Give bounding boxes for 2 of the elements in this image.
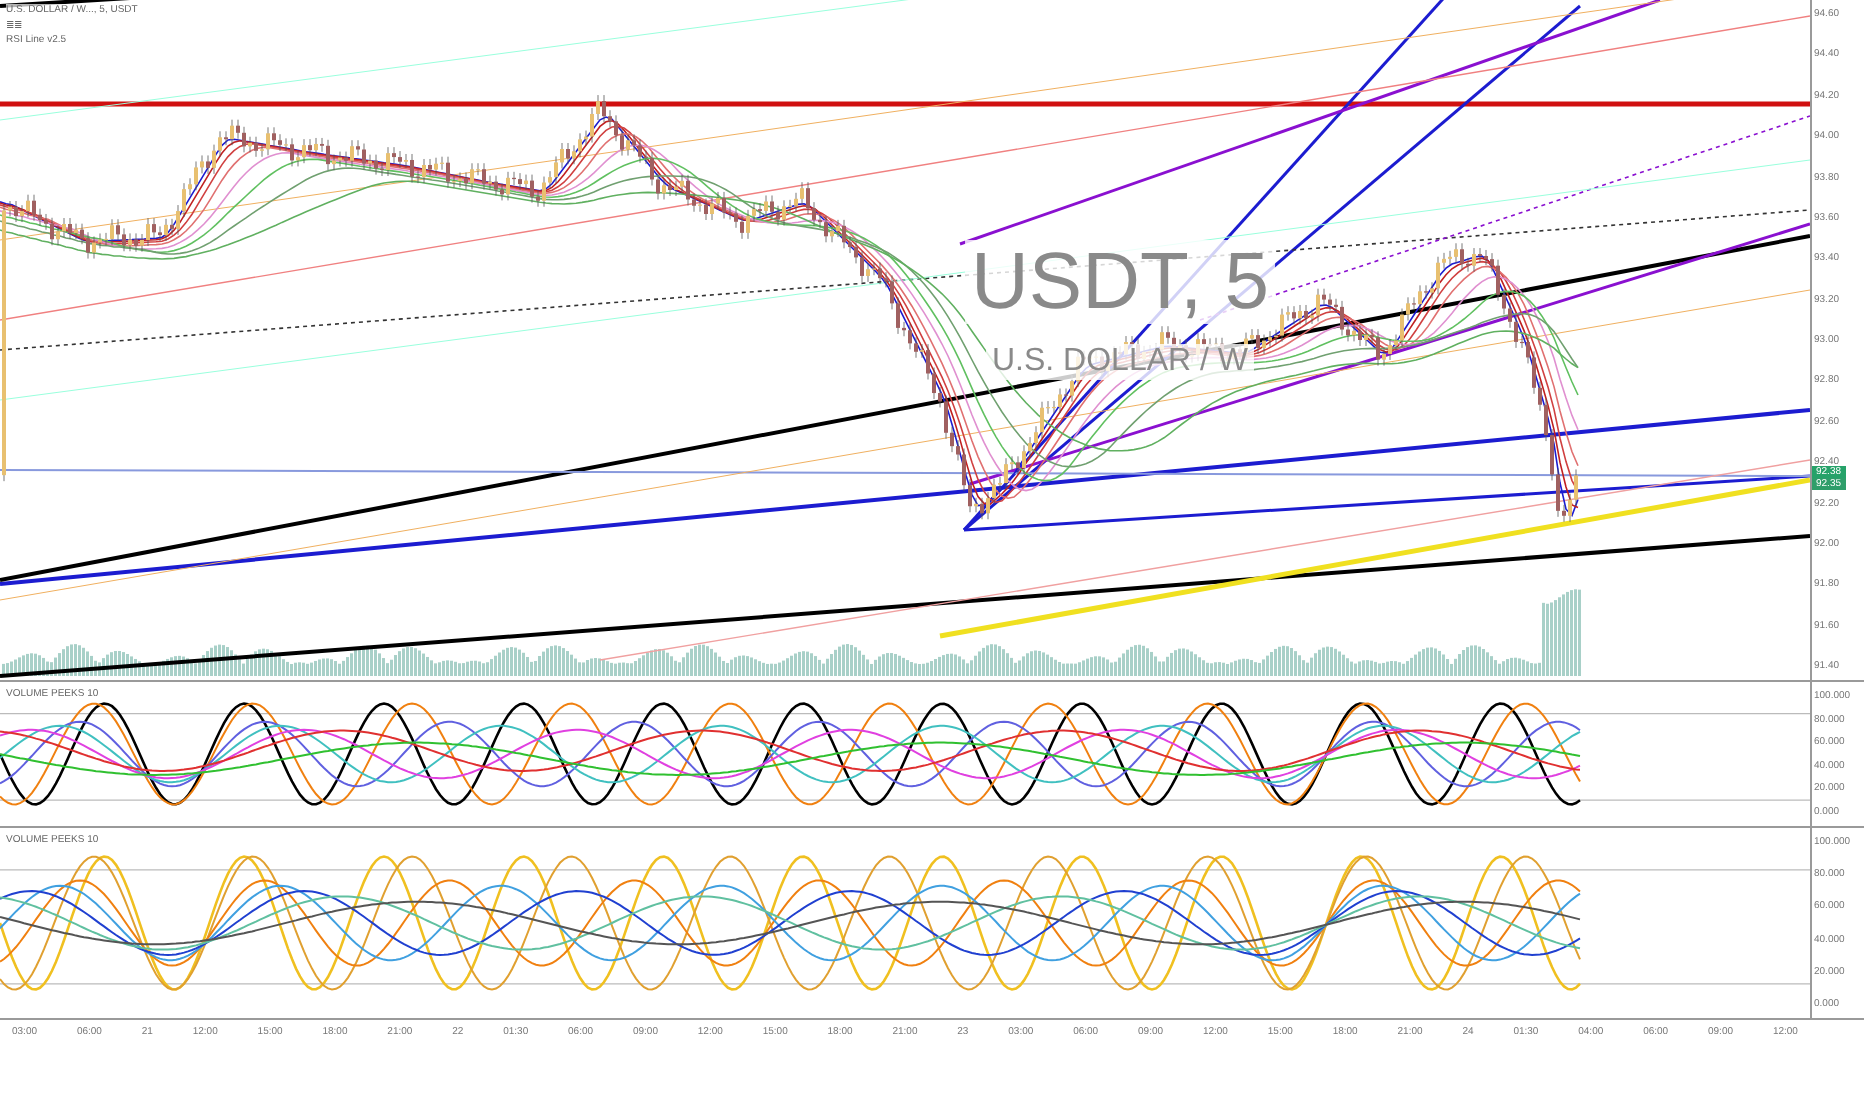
name-watermark: U.S. DOLLAR / W <box>985 344 1255 380</box>
symbol-watermark: USDT, 5 <box>965 240 1275 324</box>
